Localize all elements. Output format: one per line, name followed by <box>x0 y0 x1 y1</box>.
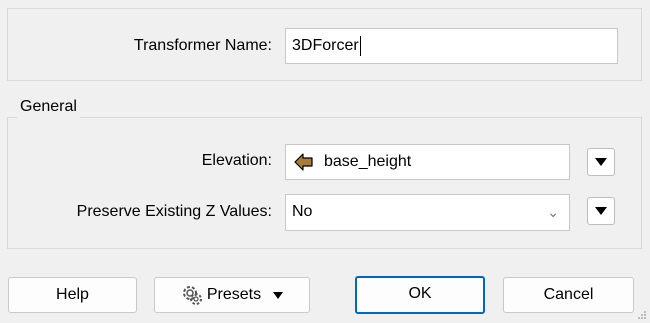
preserve-z-value: No <box>292 203 313 220</box>
general-group-title: General <box>17 96 80 118</box>
elevation-menu-button[interactable] <box>587 148 615 176</box>
ok-button[interactable]: OK <box>355 276 485 314</box>
help-button-label: Help <box>56 286 89 303</box>
presets-button[interactable]: Presets <box>154 277 310 313</box>
gear-icon <box>182 286 202 305</box>
preserve-z-select[interactable]: No ⌄ <box>285 194 570 231</box>
cancel-button-label: Cancel <box>543 286 594 303</box>
text-caret <box>359 35 361 56</box>
presets-button-label: Presets <box>206 286 262 303</box>
chevron-down-icon <box>595 158 607 166</box>
chevron-down-icon <box>273 291 284 299</box>
preserve-z-label: Preserve Existing Z Values: <box>76 203 272 220</box>
transformer-name-label: Transformer Name: <box>133 37 272 54</box>
chevron-down-icon <box>595 207 607 215</box>
chevron-down-icon: ⌄ <box>547 204 559 220</box>
resize-grip-icon[interactable] <box>637 310 647 320</box>
elevation-input[interactable]: base_height <box>285 144 570 180</box>
transformer-name-input[interactable]: 3DForcer <box>285 28 618 64</box>
cancel-button[interactable]: Cancel <box>503 277 634 313</box>
elevation-value: base_height <box>324 153 412 170</box>
transformer-name-value: 3DForcer <box>292 37 359 54</box>
help-button[interactable]: Help <box>8 277 137 313</box>
preserve-z-menu-button[interactable] <box>587 197 615 225</box>
ok-button-label: OK <box>408 285 432 302</box>
attribute-arrow-icon <box>294 153 313 171</box>
elevation-label: Elevation: <box>201 152 272 169</box>
